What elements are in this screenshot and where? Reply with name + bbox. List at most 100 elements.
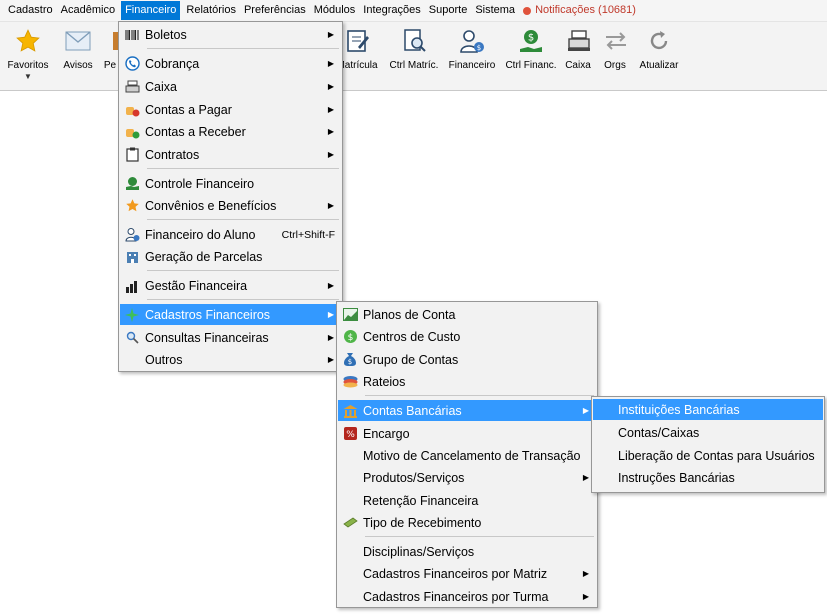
menu-item-geracao-parcelas[interactable]: Geração de Parcelas	[120, 246, 341, 267]
bar-chart-icon	[124, 278, 140, 294]
svg-text:%: %	[346, 430, 355, 440]
menu-item-convenios[interactable]: Convênios e Benefícios ▶	[120, 195, 341, 216]
menu-item-cobranca[interactable]: Cobrança ▶	[120, 53, 341, 74]
menu-item-tipo-recebimento[interactable]: Tipo de Recebimento	[338, 512, 596, 533]
cash-register-icon	[564, 26, 594, 56]
menu-item-planos-conta[interactable]: Planos de Conta	[338, 304, 596, 325]
atualizar-label: Atualizar	[639, 60, 679, 71]
menu-modulos[interactable]: Módulos	[310, 1, 360, 20]
svg-text:$: $	[348, 358, 352, 366]
menu-item-controle-financeiro[interactable]: Controle Financeiro	[120, 173, 341, 194]
hand-coins-green-icon	[124, 124, 140, 140]
pie-layers-icon	[342, 374, 358, 390]
menu-item-centros-custo[interactable]: $ Centros de Custo	[338, 326, 596, 347]
favoritos-label: Favoritos	[7, 60, 49, 71]
star-icon	[124, 198, 140, 214]
menu-relatorios[interactable]: Relatórios	[182, 1, 240, 20]
menu-item-rateios[interactable]: Rateios	[338, 371, 596, 392]
menu-item-caixa[interactable]: Caixa ▶	[120, 76, 341, 97]
menu-item-instrucoes-bancarias[interactable]: Instruções Bancárias	[593, 467, 823, 488]
sparkle-icon	[124, 307, 140, 323]
menu-item-retencao-financeira[interactable]: Retenção Financeira	[338, 490, 596, 511]
money-hand-icon	[124, 176, 140, 192]
clipboard-icon	[124, 147, 140, 163]
menu-financeiro[interactable]: Financeiro	[121, 1, 181, 20]
menu-bar: Cadastro Acadêmico Financeiro Relatórios…	[0, 0, 827, 22]
financeiro-menu: Boletos ▶ Cobrança ▶ Caixa ▶ Contas a Pagar…	[118, 21, 343, 372]
menu-item-cad-fin-turma[interactable]: Cadastros Financeiros por Turma ▶	[338, 586, 596, 607]
menu-integracoes[interactable]: Integrações	[359, 1, 424, 20]
pe-label: Pe	[103, 60, 117, 71]
svg-text:$: $	[347, 333, 353, 343]
notifications-link[interactable]: Notificações (10681)	[519, 1, 640, 20]
menu-item-motivo-cancelamento[interactable]: Motivo de Cancelamento de Transação	[338, 445, 596, 466]
chart-area-icon	[342, 307, 358, 323]
menu-item-contas-receber[interactable]: Contas a Receber ▶	[120, 121, 341, 142]
menu-item-gestao-financeira[interactable]: Gestão Financeira ▶	[120, 275, 341, 296]
menu-item-instituicoes-bancarias[interactable]: Instituições Bancárias	[593, 399, 823, 420]
svg-text:$: $	[528, 33, 534, 44]
menu-item-financeiro-aluno[interactable]: Financeiro do Aluno Ctrl+Shift-F	[120, 224, 341, 245]
menu-item-disciplinas-servicos[interactable]: Disciplinas/Serviços	[338, 541, 596, 562]
menu-item-encargo[interactable]: % Encargo	[338, 423, 596, 444]
menu-sistema[interactable]: Sistema	[471, 1, 519, 20]
menu-item-contas-bancarias[interactable]: Contas Bancárias ▶	[338, 400, 596, 421]
partial-icon	[101, 26, 119, 56]
favoritos-button[interactable]: Favoritos ▼	[6, 26, 50, 81]
menu-cadastro[interactable]: Cadastro	[4, 1, 57, 20]
money-bag-icon: $	[342, 352, 358, 368]
phone-icon	[124, 56, 140, 72]
notifications-label: Notificações (10681)	[535, 4, 636, 16]
caret-down-icon: ▼	[24, 72, 32, 81]
envelope-icon	[63, 26, 93, 56]
menu-item-consultas-financeiras[interactable]: Consultas Financeiras ▶	[120, 327, 341, 348]
ctrl-financ-button[interactable]: $ Ctrl Financ.	[505, 26, 557, 71]
coin-icon: $	[342, 329, 358, 345]
hand-coins-red-icon	[124, 102, 140, 118]
contas-bancarias-submenu: Instituições Bancárias Contas/Caixas Lib…	[591, 396, 825, 493]
menu-preferencias[interactable]: Preferências	[240, 1, 310, 20]
svg-text:$: $	[477, 44, 481, 52]
menu-item-contas-caixas[interactable]: Contas/Caixas	[593, 422, 823, 443]
caixa-label: Caixa	[565, 60, 591, 71]
document-search-icon	[399, 26, 429, 56]
percent-icon: %	[342, 426, 358, 442]
cadastros-financeiros-submenu: Planos de Conta $ Centros de Custo $ Gru…	[336, 301, 598, 608]
shortcut-label: Ctrl+Shift-F	[281, 228, 335, 241]
caixa-button[interactable]: Caixa	[564, 26, 592, 71]
avisos-label: Avisos	[63, 60, 93, 71]
pe-button[interactable]: Pe	[101, 26, 119, 71]
building-icon	[124, 249, 140, 265]
user-money-icon: $	[457, 26, 487, 56]
financeiro-label: Financeiro	[448, 60, 496, 71]
menu-item-grupo-contas[interactable]: $ Grupo de Contas	[338, 349, 596, 370]
refresh-icon	[644, 26, 674, 56]
financeiro-button[interactable]: $ Financeiro	[447, 26, 497, 71]
ctrl-matric-button[interactable]: Ctrl Matríc.	[388, 26, 440, 71]
menu-item-liberacao-contas[interactable]: Liberação de Contas para Usuários	[593, 445, 823, 466]
menu-item-contratos[interactable]: Contratos ▶	[120, 144, 341, 165]
orgs-button[interactable]: Orgs	[601, 26, 629, 71]
avisos-button[interactable]: Avisos	[60, 26, 96, 71]
menu-item-outros[interactable]: Outros ▶	[120, 349, 341, 370]
menu-item-cad-fin-matriz[interactable]: Cadastros Financeiros por Matriz ▶	[338, 563, 596, 584]
money-note-icon	[342, 515, 358, 531]
menu-item-boletos[interactable]: Boletos ▶	[120, 24, 341, 45]
atualizar-button[interactable]: Atualizar	[637, 26, 681, 71]
user-money-icon	[124, 227, 140, 243]
ctrl-matric-label: Ctrl Matríc.	[389, 60, 439, 71]
edit-document-icon	[342, 26, 372, 56]
menu-academico[interactable]: Acadêmico	[57, 1, 119, 20]
notification-icon	[523, 6, 532, 15]
bank-icon	[342, 403, 358, 419]
menu-item-contas-pagar[interactable]: Contas a Pagar ▶	[120, 99, 341, 120]
menu-item-cadastros-financeiros[interactable]: Cadastros Financeiros ▶	[120, 304, 341, 325]
swap-arrows-icon	[601, 26, 631, 56]
menu-suporte[interactable]: Suporte	[425, 1, 472, 20]
orgs-label: Orgs	[604, 60, 626, 71]
magnifier-icon	[124, 330, 140, 346]
ctrl-financ-label: Ctrl Financ.	[505, 60, 557, 71]
cash-register-icon	[124, 79, 140, 95]
star-icon	[13, 26, 43, 56]
menu-item-produtos-servicos[interactable]: Produtos/Serviços ▶	[338, 467, 596, 488]
